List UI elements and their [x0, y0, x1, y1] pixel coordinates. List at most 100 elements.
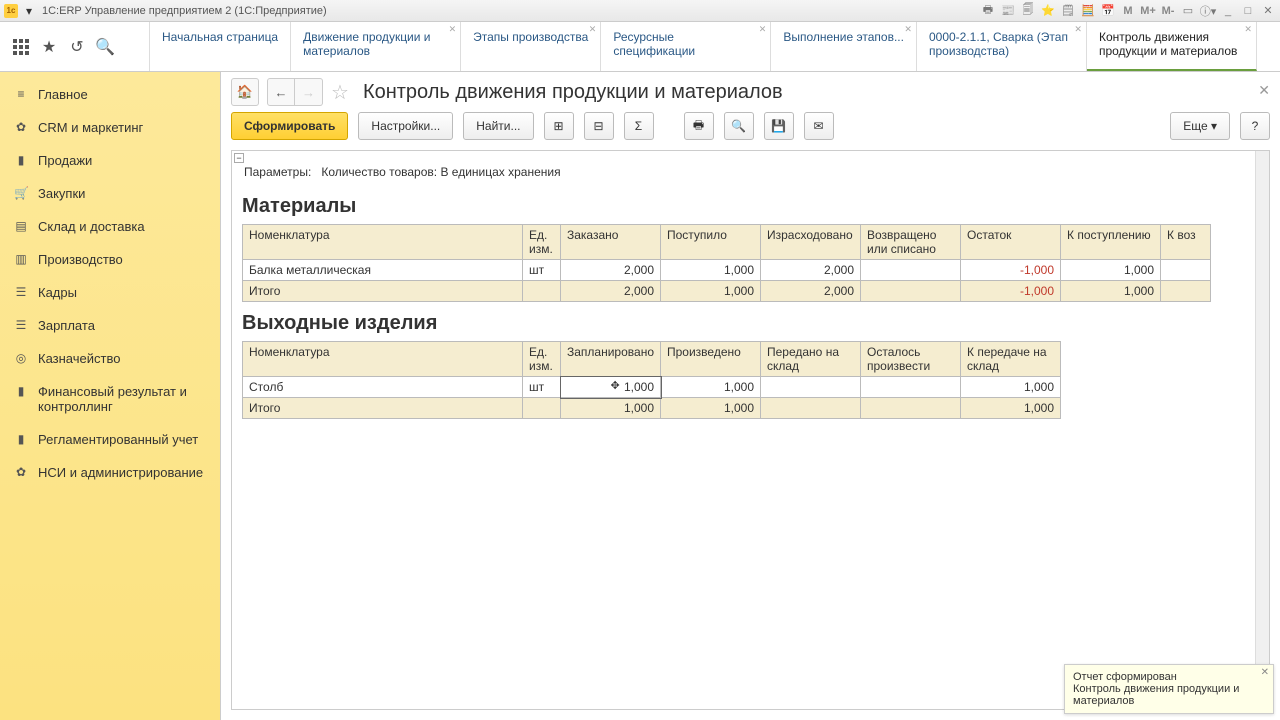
titlebar-icon[interactable]: 📅	[1100, 3, 1116, 19]
window-title: 1С:ERP Управление предприятием 2 (1С:Пре…	[42, 5, 980, 17]
close-icon[interactable]: ✕	[1258, 82, 1270, 99]
titlebar-icon[interactable]: 🗒	[1060, 3, 1076, 19]
fold-toggle[interactable]: −	[234, 153, 244, 163]
notification-close-icon[interactable]: ✕	[1261, 667, 1269, 678]
tab-close-icon[interactable]: ✕	[1244, 24, 1252, 35]
sidebar-item-label: Казначейство	[38, 351, 120, 366]
table-row: Столб шт ✥1,000 1,000 1,000	[243, 377, 1061, 398]
sidebar-item[interactable]: ☰ Зарплата	[0, 309, 220, 342]
menu-icon: ☰	[14, 318, 28, 332]
apps-icon[interactable]	[12, 38, 30, 56]
email-button[interactable]: ✉	[804, 112, 834, 140]
products-heading: Выходные изделия	[242, 312, 1259, 335]
app-logo: 1c	[4, 4, 18, 18]
find-button[interactable]: Найти...	[463, 112, 533, 140]
titlebar-icon[interactable]: 🗐	[1020, 3, 1036, 19]
sidebar-item-label: Регламентированный учет	[38, 432, 198, 447]
tab[interactable]: Начальная страница	[150, 22, 291, 71]
menu-icon: ▤	[14, 219, 28, 233]
menu-icon: 🛒	[14, 186, 28, 200]
titlebar-icon[interactable]: ⭐	[1040, 3, 1056, 19]
favorites-icon[interactable]: ★	[40, 38, 58, 56]
print-button[interactable]: 🖶	[684, 112, 714, 140]
more-button[interactable]: Еще ▾	[1170, 112, 1230, 140]
notification-title: Отчет сформирован	[1073, 671, 1265, 683]
notification-toast[interactable]: ✕ Отчет сформирован Контроль движения пр…	[1064, 664, 1274, 714]
sum-button[interactable]: Σ	[624, 112, 654, 140]
titlebar-icon[interactable]: ✕	[1260, 3, 1276, 19]
history-icon[interactable]: ↺	[68, 38, 86, 56]
sidebar-item[interactable]: ☰ Кадры	[0, 276, 220, 309]
vertical-scrollbar[interactable]	[1255, 151, 1269, 709]
form-report-button[interactable]: Сформировать	[231, 112, 348, 140]
titlebar-icon[interactable]: M-	[1160, 3, 1176, 19]
app-menu-dropdown[interactable]: ▾	[22, 4, 36, 18]
sidebar-item[interactable]: ▮ Продажи	[0, 144, 220, 177]
params-value: Количество товаров: В единицах хранения	[321, 165, 560, 179]
save-button[interactable]: 💾	[764, 112, 794, 140]
table-row-total: Итого 1,000 1,000 1,000	[243, 398, 1061, 419]
sidebar-item[interactable]: ✿НСИ и администрирование	[0, 456, 220, 489]
titlebar-icon[interactable]: ▭	[1180, 3, 1196, 19]
sidebar-item-label: Производство	[38, 252, 123, 267]
menu-icon: ≡	[14, 87, 28, 101]
titlebar-icon[interactable]: 📰	[1000, 3, 1016, 19]
sidebar-item[interactable]: 🛒Закупки	[0, 177, 220, 210]
titlebar-icon[interactable]: _	[1220, 3, 1236, 19]
page-title: Контроль движения продукции и материалов	[363, 81, 783, 104]
collapse-all-button[interactable]: ⊟	[584, 112, 614, 140]
page-toolbar-nav: 🏠 ← → ☆ Контроль движения продукции и ма…	[221, 72, 1280, 112]
tab[interactable]: 0000-2.1.1, Сварка (Этап производства)✕	[917, 22, 1087, 71]
tab-close-icon[interactable]: ✕	[1074, 24, 1082, 35]
sidebar-item[interactable]: ▤Склад и доставка	[0, 210, 220, 243]
main-sidebar: ≡ Главное ✿CRM и маркетинг ▮ Продажи 🛒Закупки…	[0, 72, 220, 720]
favorite-star-icon[interactable]: ☆	[331, 80, 349, 105]
tab-close-icon[interactable]: ✕	[759, 24, 767, 35]
report-parameters: Параметры: Количество товаров: В единица…	[242, 159, 1259, 185]
sidebar-item[interactable]: ◎Казначейство	[0, 342, 220, 375]
help-button[interactable]: ?	[1240, 112, 1270, 140]
forward-button[interactable]: →	[295, 78, 323, 106]
tab-close-icon[interactable]: ✕	[589, 24, 597, 35]
menu-icon: ☰	[14, 285, 28, 299]
preview-button[interactable]: 🔍	[724, 112, 754, 140]
sidebar-item[interactable]: ▥ Производство	[0, 243, 220, 276]
titlebar-icon[interactable]: M	[1120, 3, 1136, 19]
sidebar-item-label: Зарплата	[38, 318, 95, 333]
sidebar-item[interactable]: ✿CRM и маркетинг	[0, 111, 220, 144]
tab-bar: ★ ↺ 🔍 Начальная страницаДвижение продукц…	[0, 22, 1280, 72]
tab[interactable]: Движение продукции и материалов✕	[291, 22, 461, 71]
back-button[interactable]: ←	[267, 78, 295, 106]
titlebar-icon[interactable]: 🧮	[1080, 3, 1096, 19]
titlebar-icon[interactable]: □	[1240, 3, 1256, 19]
settings-button[interactable]: Настройки...	[358, 112, 453, 140]
menu-icon: ▮	[14, 384, 28, 398]
sidebar-item[interactable]: ▮ Регламентированный учет	[0, 423, 220, 456]
tab[interactable]: Этапы производства✕	[461, 22, 601, 71]
expand-all-button[interactable]: ⊞	[544, 112, 574, 140]
home-button[interactable]: 🏠	[231, 78, 259, 106]
sidebar-item[interactable]: ▮Финансовый результат и контроллинг	[0, 375, 220, 423]
tab-close-icon[interactable]: ✕	[449, 24, 457, 35]
tab-close-icon[interactable]: ✕	[904, 24, 912, 35]
menu-icon: ▥	[14, 252, 28, 266]
tab[interactable]: Контроль движения продукции и материалов…	[1087, 22, 1257, 71]
menu-icon: ▮	[14, 432, 28, 446]
tab[interactable]: Ресурсные спецификации✕	[601, 22, 771, 71]
menu-icon: ▮	[14, 153, 28, 167]
titlebar-icon[interactable]: 🖶	[980, 3, 996, 19]
tab[interactable]: Выполнение этапов...✕	[771, 22, 917, 71]
sidebar-item-label: Кадры	[38, 285, 77, 300]
sidebar-item-label: Главное	[38, 87, 88, 102]
sidebar-item-label: Продажи	[38, 153, 92, 168]
titlebar-icon[interactable]: M+	[1140, 3, 1156, 19]
params-label: Параметры:	[244, 165, 311, 179]
sidebar-item-label: CRM и маркетинг	[38, 120, 143, 135]
table-row-total: Итого 2,000 1,000 2,000 -1,000 1,000	[243, 281, 1211, 302]
search-icon[interactable]: 🔍	[96, 38, 114, 56]
sidebar-item[interactable]: ≡ Главное	[0, 78, 220, 111]
products-table: НоменклатураЕд. изм.ЗапланированоПроизве…	[242, 341, 1061, 419]
titlebar-icon[interactable]: ⓘ▾	[1200, 3, 1216, 19]
move-cursor-icon: ✥	[611, 379, 620, 392]
materials-table: НоменклатураЕд. изм.ЗаказаноПоступилоИзр…	[242, 224, 1211, 302]
